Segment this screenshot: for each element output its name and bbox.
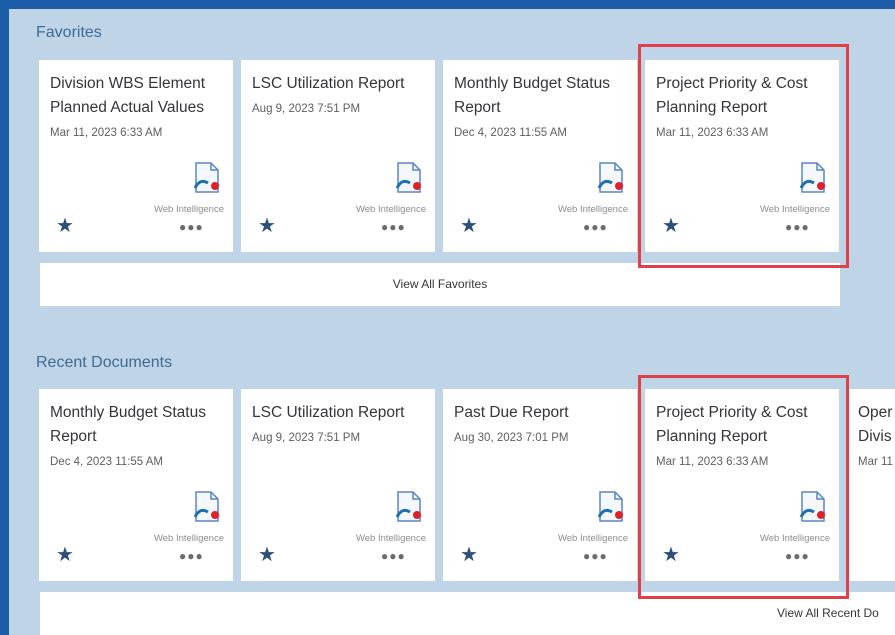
card-date: Mar 11, 2023 6:33 AM bbox=[50, 127, 163, 139]
more-icon[interactable]: ●●● bbox=[785, 549, 810, 563]
card-date: Aug 9, 2023 7:51 PM bbox=[252, 103, 361, 115]
card-date: Aug 9, 2023 7:51 PM bbox=[252, 432, 361, 444]
recent-document-card[interactable]: Monthly Budget Status Report Dec 4, 2023… bbox=[39, 389, 233, 581]
card-date: Dec 4, 2023 11:55 AM bbox=[50, 456, 163, 468]
view-all-recent-documents-button[interactable]: View All Recent Do bbox=[40, 592, 895, 635]
star-icon[interactable]: ★ bbox=[258, 545, 276, 565]
recent-document-card[interactable]: Past Due Report Aug 30, 2023 7:01 PM Web… bbox=[443, 389, 637, 581]
card-type: Web Intelligence bbox=[557, 533, 628, 544]
more-icon[interactable]: ●●● bbox=[381, 220, 406, 234]
star-icon[interactable]: ★ bbox=[258, 216, 276, 236]
recent-document-card[interactable]: LSC Utilization Report Aug 9, 2023 7:51 … bbox=[241, 389, 435, 581]
web-intelligence-doc-icon bbox=[597, 162, 623, 193]
card-title: Past Due Report bbox=[454, 404, 569, 421]
view-all-recent-label: View All Recent Do bbox=[777, 606, 879, 620]
card-title: Monthly Budget Status Report bbox=[454, 75, 610, 116]
star-icon[interactable]: ★ bbox=[460, 545, 478, 565]
favorite-card[interactable]: Division WBS Element Planned Actual Valu… bbox=[39, 60, 233, 252]
card-title: LSC Utilization Report bbox=[252, 75, 405, 92]
more-icon[interactable]: ●●● bbox=[583, 549, 608, 563]
card-type: Web Intelligence bbox=[759, 533, 830, 544]
card-type: Web Intelligence bbox=[355, 204, 426, 215]
web-intelligence-doc-icon bbox=[193, 491, 219, 522]
card-title: Project Priority & Cost Planning Report bbox=[656, 75, 808, 116]
web-intelligence-doc-icon bbox=[193, 162, 219, 193]
web-intelligence-doc-icon bbox=[799, 491, 825, 522]
card-type: Web Intelligence bbox=[557, 204, 628, 215]
favorites-heading: Favorites bbox=[36, 24, 102, 41]
more-icon[interactable]: ●●● bbox=[179, 549, 204, 563]
card-date: Aug 30, 2023 7:01 PM bbox=[454, 432, 569, 444]
favorite-card[interactable]: LSC Utilization Report Aug 9, 2023 7:51 … bbox=[241, 60, 435, 252]
card-type: Web Intelligence bbox=[759, 204, 830, 215]
star-icon[interactable]: ★ bbox=[56, 216, 74, 236]
web-intelligence-doc-icon bbox=[395, 491, 421, 522]
recent-document-card[interactable]: Project Priority & Cost Planning Report … bbox=[645, 389, 839, 581]
card-title: Project Priority & Cost Planning Report bbox=[656, 404, 808, 445]
card-date: Mar 11, 2023 6:33 AM bbox=[656, 456, 769, 468]
favorite-card[interactable]: Monthly Budget Status Report Dec 4, 2023… bbox=[443, 60, 637, 252]
star-icon[interactable]: ★ bbox=[662, 545, 680, 565]
card-title: LSC Utilization Report bbox=[252, 404, 405, 421]
home-panel: Favorites Division WBS Element Planned A… bbox=[9, 9, 895, 635]
card-type: Web Intelligence bbox=[355, 533, 426, 544]
web-intelligence-doc-icon bbox=[597, 491, 623, 522]
card-date: Dec 4, 2023 11:55 AM bbox=[454, 127, 567, 139]
card-title: Division WBS Element Planned Actual Valu… bbox=[50, 75, 206, 116]
favorite-card[interactable]: Project Priority & Cost Planning Report … bbox=[645, 60, 839, 252]
more-icon[interactable]: ●●● bbox=[179, 220, 204, 234]
star-icon[interactable]: ★ bbox=[662, 216, 680, 236]
card-date: Mar 11 bbox=[858, 456, 893, 468]
recent-documents-heading: Recent Documents bbox=[36, 354, 173, 371]
view-all-favorites-button[interactable]: View All Favorites bbox=[40, 263, 840, 306]
recent-document-card[interactable]: Oper Divis Mar 11 bbox=[847, 389, 895, 581]
card-title: Monthly Budget Status Report bbox=[50, 404, 206, 445]
card-type: Web Intelligence bbox=[153, 204, 224, 215]
card-title: Oper Divis bbox=[858, 404, 893, 445]
star-icon[interactable]: ★ bbox=[56, 545, 74, 565]
more-icon[interactable]: ●●● bbox=[785, 220, 810, 234]
web-intelligence-doc-icon bbox=[799, 162, 825, 193]
card-type: Web Intelligence bbox=[153, 533, 224, 544]
card-date: Mar 11, 2023 6:33 AM bbox=[656, 127, 769, 139]
more-icon[interactable]: ●●● bbox=[583, 220, 608, 234]
star-icon[interactable]: ★ bbox=[460, 216, 478, 236]
more-icon[interactable]: ●●● bbox=[381, 549, 406, 563]
web-intelligence-doc-icon bbox=[395, 162, 421, 193]
